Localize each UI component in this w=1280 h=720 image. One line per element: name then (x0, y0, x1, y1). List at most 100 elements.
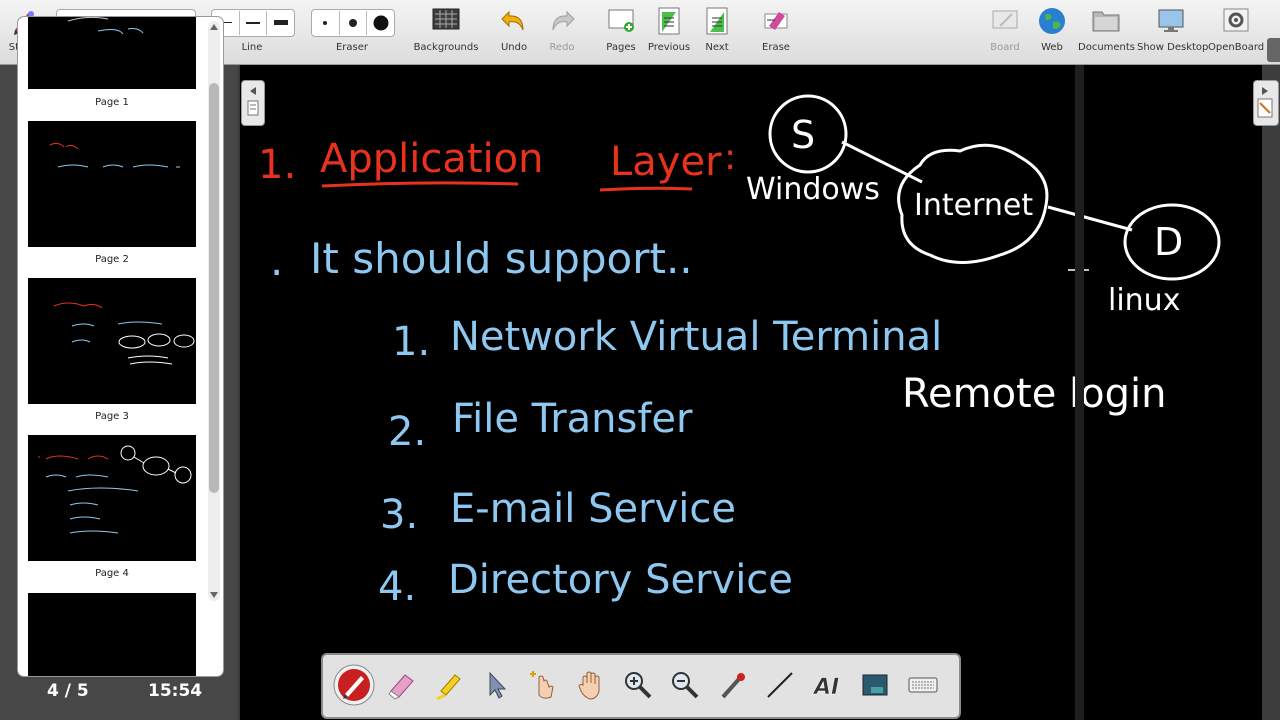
toolbar-overflow-handle[interactable] (1267, 38, 1280, 62)
hand-icon (578, 671, 600, 700)
erase-label: Erase (762, 42, 790, 53)
redo-icon (552, 10, 575, 31)
thumbnail-page-1[interactable] (28, 17, 196, 89)
thumbnail-page-4[interactable] (28, 435, 196, 561)
line-tool-button[interactable] (758, 663, 802, 707)
next-page-button[interactable]: Next (698, 0, 736, 64)
highlighter-icon (436, 674, 461, 701)
board-button[interactable]: Board (985, 0, 1025, 64)
expand-right-icon (1257, 87, 1273, 118)
board-label: Board (990, 42, 1020, 53)
collapse-left-icon (247, 87, 259, 116)
highlighter-tool-button[interactable] (427, 663, 471, 707)
item-number: 2. (388, 409, 426, 455)
undo-icon (501, 10, 524, 31)
select-tool-button[interactable] (474, 663, 518, 707)
board-icon (992, 10, 1018, 29)
documents-label: Documents (1078, 42, 1136, 53)
scroll-up-icon[interactable] (210, 23, 218, 31)
collapse-left-panel-button[interactable] (241, 80, 265, 126)
line-icon (767, 672, 793, 698)
board-page-edge (1075, 65, 1084, 720)
right-panel-strip (1262, 65, 1280, 720)
expand-right-panel-button[interactable] (1253, 80, 1279, 126)
destination-node-label: D (1154, 220, 1183, 264)
next-page-icon (706, 7, 728, 35)
item-number: 1. (392, 319, 430, 365)
pen-icon (333, 664, 375, 706)
thumbnail-list[interactable]: Page 1 Page 2 Page 3 Page 4 (17, 16, 224, 677)
capture-icon (862, 674, 888, 696)
item-number: 4. (378, 564, 416, 610)
web-button[interactable]: Web (1032, 0, 1072, 64)
magic-hand-icon (530, 671, 554, 699)
thumbnail-page-2[interactable] (28, 121, 196, 247)
show-desktop-label: Show Desktop (1137, 42, 1209, 53)
thumbnail-label: Page 1 (95, 97, 129, 108)
title-underline (599, 186, 693, 192)
tool-palette: AI (321, 653, 961, 719)
title-underline (321, 181, 519, 188)
previous-page-button[interactable]: Previous (646, 0, 692, 64)
previous-label: Previous (647, 42, 691, 53)
pages-add-icon (608, 9, 634, 32)
show-desktop-button[interactable]: Show Desktop (1137, 0, 1209, 64)
pages-button[interactable]: Pages (601, 0, 641, 64)
pen-tool-button[interactable] (332, 663, 376, 707)
web-globe-icon (1039, 8, 1065, 34)
whiteboard-canvas[interactable]: 1. Application Layer : . It should suppo… (240, 65, 1278, 720)
scroll-down-icon[interactable] (210, 591, 218, 599)
title-colon: : (724, 137, 736, 178)
capture-tool-button[interactable] (853, 663, 897, 707)
item-number: 3. (380, 492, 418, 538)
destination-os-label: linux (1108, 283, 1180, 318)
hand-tool-button[interactable] (569, 663, 613, 707)
interact-tool-button[interactable] (521, 663, 565, 707)
zoom-out-icon (672, 672, 699, 699)
thumbnail-scrollbar[interactable] (208, 21, 220, 601)
erase-icon (764, 12, 788, 30)
web-label: Web (1041, 42, 1063, 53)
text-tool-button[interactable]: AI (806, 663, 850, 707)
undo-label: Undo (500, 42, 528, 53)
intro-bullet: . (270, 236, 283, 285)
documents-button[interactable]: Documents (1078, 0, 1136, 64)
item-email-service: E-mail Service (450, 486, 736, 532)
item-network-virtual-terminal: Network Virtual Terminal (450, 314, 942, 360)
eraser-tool-button[interactable] (379, 663, 423, 707)
backgrounds-button[interactable]: Backgrounds (412, 0, 480, 64)
link-internet-destination (1047, 205, 1133, 232)
scrollbar-thumb[interactable] (209, 83, 219, 493)
internet-label: Internet (914, 188, 1033, 223)
keyboard-icon (908, 677, 938, 693)
backgrounds-icon (432, 8, 460, 30)
virtual-keyboard-button[interactable] (901, 663, 945, 707)
item-directory-service: Directory Service (448, 557, 793, 603)
eraser-label: Eraser (335, 42, 369, 53)
remote-login-note: Remote login (902, 371, 1167, 417)
documents-folder-icon (1092, 11, 1120, 32)
zoom-in-button[interactable] (616, 663, 660, 707)
thumbnail-label: Page 4 (95, 568, 129, 579)
thumbnail-label: Page 2 (95, 254, 129, 265)
monitor-icon (1158, 9, 1184, 32)
laser-pointer-button[interactable] (711, 663, 755, 707)
openboard-menu-button[interactable]: OpenBoard (1208, 0, 1264, 64)
thumbnail-page-3[interactable] (28, 278, 196, 404)
svg-text:AI: AI (812, 675, 839, 700)
arrow-pointer-icon (489, 671, 507, 699)
thumbnail-page-5[interactable] (28, 593, 196, 676)
pages-label: Pages (606, 42, 636, 53)
intro-text: It should support.. (310, 234, 693, 283)
item-file-transfer: File Transfer (452, 396, 693, 442)
undo-button[interactable]: Undo (494, 0, 534, 64)
title-number: 1. (258, 142, 296, 188)
erase-button[interactable]: Erase (756, 0, 796, 64)
zoom-out-button[interactable] (663, 663, 707, 707)
source-node-label: S (791, 113, 815, 157)
source-os-label: Windows (746, 172, 880, 207)
redo-button[interactable]: Redo (542, 0, 582, 64)
gear-icon (1223, 8, 1249, 32)
eraser-group: Eraser (311, 0, 393, 64)
previous-page-icon (658, 7, 680, 35)
